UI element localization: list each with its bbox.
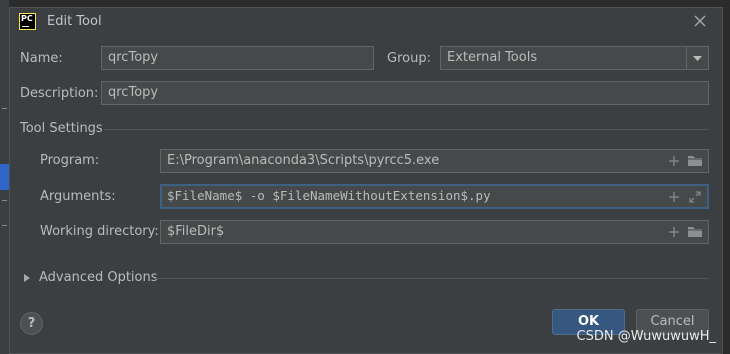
advanced-options-label: Advanced Options: [39, 270, 158, 285]
background-selection-marker: [0, 164, 9, 190]
name-label: Name:: [20, 51, 63, 66]
dialog-titlebar: PC Edit Tool: [10, 8, 722, 36]
tool-settings-separator: [104, 129, 709, 130]
description-label: Description:: [20, 86, 99, 101]
program-field[interactable]: E:\Program\anaconda3\Scripts\pyrcc5.exe: [160, 149, 709, 173]
dropdown-arrow[interactable]: [686, 47, 708, 69]
name-field[interactable]: qrcTopy: [101, 46, 374, 70]
background-tick: [2, 108, 7, 109]
insert-macro-icon[interactable]: [667, 154, 681, 168]
background-tick: [2, 225, 7, 226]
edit-tool-dialog: PC Edit Tool Name: qrcTopy Group: Extern…: [9, 7, 723, 354]
app-icon-text: PC: [21, 14, 33, 23]
expand-icon[interactable]: [688, 190, 702, 204]
program-label: Program:: [40, 153, 100, 168]
group-dropdown[interactable]: External Tools: [440, 46, 709, 70]
insert-macro-icon[interactable]: [667, 190, 681, 204]
close-icon[interactable]: [692, 13, 708, 29]
pycharm-app-icon: PC: [19, 13, 36, 30]
working-directory-label: Working directory:: [40, 224, 159, 239]
background-tick: [2, 200, 7, 201]
tool-settings-header: Tool Settings: [20, 121, 103, 136]
arguments-label: Arguments:: [40, 189, 116, 204]
arguments-field[interactable]: $FileName$ -o $FileNameWithoutExtension$…: [160, 184, 709, 209]
advanced-options-separator: [153, 278, 709, 279]
chevron-right-icon: [24, 274, 30, 282]
group-dropdown-value: External Tools: [447, 50, 538, 65]
working-directory-field[interactable]: $FileDir$: [160, 220, 709, 244]
insert-macro-icon[interactable]: [667, 225, 681, 239]
dialog-title: Edit Tool: [47, 14, 102, 29]
browse-folder-icon[interactable]: [687, 225, 704, 239]
csdn-watermark: CSDN @WuwuwuwH_: [576, 329, 716, 344]
background-ide-strip: [0, 0, 9, 354]
group-label: Group:: [387, 51, 431, 66]
chevron-down-icon: [693, 56, 702, 61]
browse-folder-icon[interactable]: [687, 154, 704, 168]
help-button[interactable]: ?: [20, 312, 43, 335]
description-field[interactable]: qrcTopy: [101, 81, 709, 105]
